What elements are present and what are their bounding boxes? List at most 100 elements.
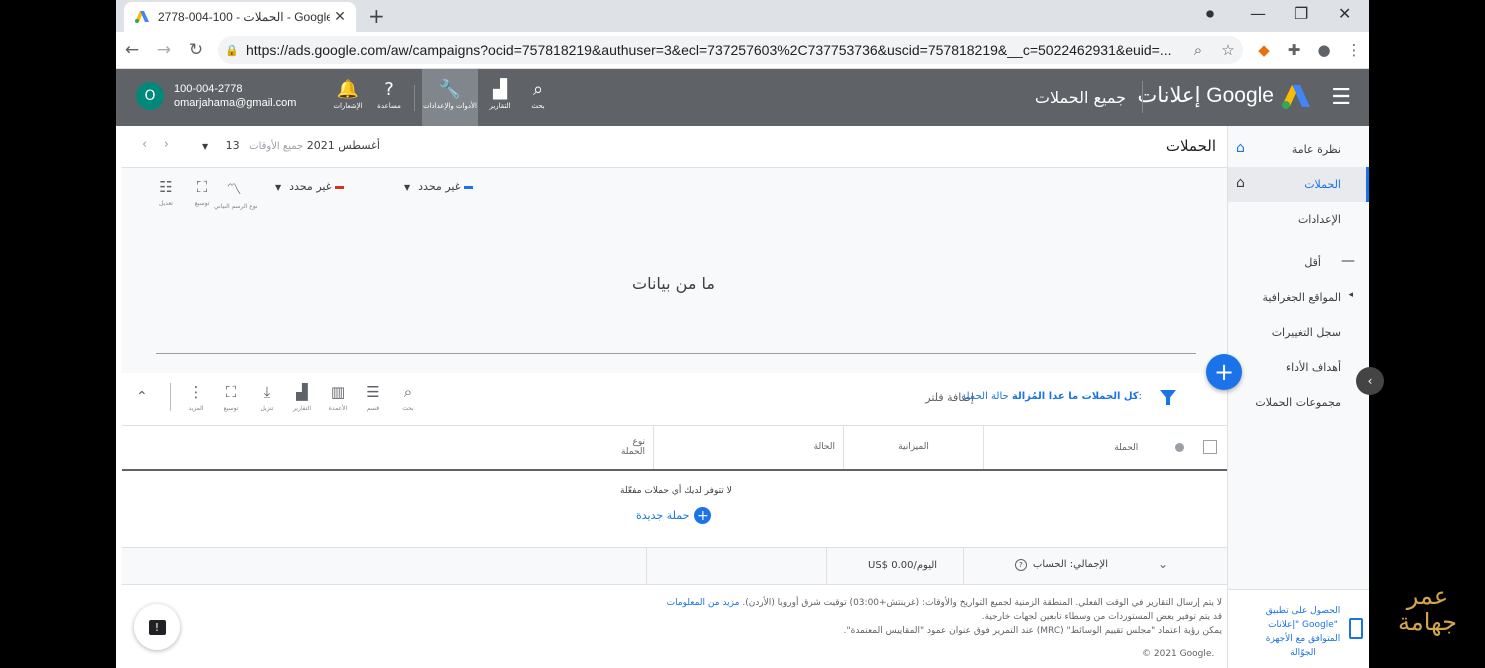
back-icon[interactable]: ← [116, 40, 148, 60]
date-nav-arrows[interactable]: ‹ › [142, 137, 169, 152]
col-budget[interactable]: الميزانية [843, 425, 984, 471]
chart-baseline [156, 353, 1196, 354]
sidebar-item-campaigns[interactable]: ⌂ الحملات [1228, 167, 1369, 202]
campaigns-table: نوع الحملة الحالة الميزانية الحملة [122, 425, 1228, 471]
columns-button[interactable]: ▥ الأعمدة [320, 383, 356, 412]
extension-icon[interactable]: ◆ [1249, 41, 1279, 59]
new-campaign-link[interactable]: حملة جديدة + [636, 507, 712, 524]
empty-message: لا تتوفر لديك أي حملات مفعّلة [620, 486, 732, 496]
collapse-chevron-icon[interactable]: ⌃ [136, 389, 148, 405]
mobile-app-promo[interactable]: الحصول على تطبيق "إعلانات Google" المتوا… [1228, 589, 1369, 668]
sidebar-item-performance-goals[interactable]: أهداف الأداء [1228, 350, 1369, 385]
new-tab-button[interactable]: + [368, 4, 385, 28]
new-campaign-label: حملة جديدة [636, 509, 690, 522]
browser-menu-icon[interactable]: ⋮ [1339, 41, 1369, 59]
zoom-icon[interactable]: ⌕ [1183, 41, 1213, 59]
select-all-checkbox[interactable] [1203, 440, 1217, 454]
add-campaign-fab[interactable]: + [1206, 354, 1242, 390]
restore-button[interactable]: ❐ [1294, 4, 1308, 23]
forward-icon[interactable]: → [148, 40, 180, 60]
browser-tab[interactable]: الحملات - 100-004-2778 - Google ✕ [124, 2, 356, 32]
profile-avatar-icon[interactable]: ● [1309, 41, 1339, 59]
reload-icon[interactable]: ↻ [180, 40, 212, 60]
tab-strip: الحملات - 100-004-2778 - Google ✕ + ⏺ — … [116, 0, 1369, 32]
table-search-button[interactable]: ⌕ بحث [390, 383, 426, 412]
chart-adjust-label: تعديل [159, 200, 173, 207]
metric-selector-2[interactable]: ▼ غير محدد [275, 180, 345, 193]
sidebar-item-label: المواقع الجغرافية [1262, 291, 1341, 304]
tab-title: الحملات - 100-004-2778 - Google [158, 10, 330, 24]
columns-label: الأعمدة [328, 405, 348, 412]
avatar[interactable]: O [136, 82, 164, 110]
copyright: © 2021 Google. [1142, 649, 1215, 659]
bookmark-star-icon[interactable]: ☆ [1213, 41, 1243, 59]
sidebar-toggle-handle[interactable]: ‹ [1356, 367, 1384, 395]
reports-button[interactable]: ▟ التقارير [472, 69, 528, 126]
date-range-picker[interactable]: ▼ 13 أغسطس 2021 جميع الأوقات [202, 139, 380, 152]
download-button[interactable]: ⤓ تنزيل [249, 383, 285, 412]
account-id: 100-004-2778 [174, 83, 243, 95]
download-label: تنزيل [260, 405, 274, 412]
chart-expand-button[interactable]: ⛶ توسيع [182, 178, 222, 207]
tools-settings-button[interactable]: 🔧 الأدوات والإعدادات [422, 69, 478, 126]
tab-close-icon[interactable]: ✕ [330, 9, 350, 25]
sidebar-item-label: الحملات [1304, 178, 1341, 191]
toolbar-separator [170, 383, 171, 411]
more-button[interactable]: ⋮ المزيد [178, 383, 214, 412]
lock-icon[interactable]: 🔒 [218, 44, 246, 57]
status-filter-chip[interactable]: كل الحملات ما عدا المُزالة حالة الحملة: [961, 391, 1142, 402]
mobile-app-text[interactable]: الحصول على تطبيق "إعلانات Google" المتوا… [1259, 604, 1347, 660]
sidebar-item-locations[interactable]: المواقع الجغرافية ◂ [1228, 280, 1369, 315]
phone-icon [1349, 618, 1363, 639]
close-window-button[interactable]: ✕ [1338, 4, 1351, 23]
help-circle-icon[interactable]: ? [1014, 559, 1027, 571]
col-campaign-type[interactable]: نوع الحملة [122, 425, 654, 471]
chart-adjust-button[interactable]: ☷ تعديل [146, 178, 186, 207]
total-row: US$ 0.00/اليوم ? الإجمالي: الحساب ⌄ [122, 547, 1228, 585]
table-expand-button[interactable]: ⛶ توسيع [213, 383, 249, 412]
account-switcher[interactable]: O 100-004-2778 omarjahama@gmail.com [136, 82, 296, 110]
wrench-icon: 🔧 [438, 79, 462, 100]
account-email: omarjahama@gmail.com [174, 97, 297, 109]
col-status[interactable]: الحالة [653, 425, 844, 471]
minimize-button[interactable]: — [1250, 4, 1266, 23]
metric-selector-1[interactable]: ▼ غير محدد [404, 180, 474, 193]
chevron-down-icon[interactable]: ⌄ [1158, 557, 1168, 571]
sidebar-item-change-history[interactable]: سجل التغييرات [1228, 315, 1369, 350]
feedback-icon: ! [148, 619, 166, 635]
bell-icon: 🔔 [336, 79, 360, 100]
chevron-down-icon: ▼ [275, 183, 282, 192]
sidebar-item-settings[interactable]: الإعدادات [1228, 202, 1369, 237]
table-reports-label: التقارير [292, 405, 312, 412]
metric-1-label: غير محدد [418, 180, 461, 193]
page-bar: الحملات ‹ › ▼ 13 أغسطس 2021 جميع الأوقات [122, 126, 1228, 168]
col-campaign[interactable]: الحملة [983, 425, 1228, 471]
table-reports-button[interactable]: ▟ التقارير [284, 383, 320, 412]
add-filter-button[interactable]: إضافة فلتر [925, 391, 974, 404]
filter-bar: كل الحملات ما عدا المُزالة حالة الحملة: … [122, 373, 1228, 426]
sidebar-item-label: سجل التغييرات [1271, 326, 1341, 339]
learn-more-link[interactable]: مزيد من المعلومات [667, 598, 740, 608]
url-text[interactable]: https://ads.google.com/aw/campaigns?ocid… [246, 42, 1183, 58]
segment-button[interactable]: ☰ قسم [355, 383, 391, 412]
home-icon: ⌂ [1236, 140, 1245, 156]
sidebar-item-label: أهداف الأداء [1285, 361, 1341, 374]
sidebar-item-less[interactable]: أقل — [1228, 245, 1369, 280]
sidebar-item-campaign-groups[interactable]: مجموعات الحملات [1228, 385, 1369, 420]
address-bar[interactable]: 🔒 https://ads.google.com/aw/campaigns?oc… [218, 36, 1243, 64]
feedback-button[interactable]: ! [134, 604, 180, 650]
record-indicator-icon: ⏺ [1206, 4, 1215, 23]
total-cell-status [646, 548, 827, 584]
notifications-button[interactable]: 🔔 الإشعارات [320, 69, 376, 126]
download-icon: ⤓ [263, 383, 271, 401]
search-icon: ⌕ [403, 383, 413, 401]
hamburger-menu-icon[interactable]: ☰ [1331, 85, 1351, 110]
header-divider [1142, 81, 1143, 113]
date-label: جميع الأوقات [249, 141, 304, 152]
table-header-row: نوع الحملة الحالة الميزانية الحملة [122, 425, 1228, 471]
filter-icon[interactable] [1160, 390, 1176, 405]
watermark-line-2: جهامة [1398, 608, 1457, 636]
sidebar-item-overview[interactable]: ⌂ نظرة عامة [1228, 132, 1369, 167]
puzzle-extensions-icon[interactable]: ✚ [1279, 41, 1309, 59]
total-label: ? الإجمالي: الحساب [1014, 559, 1108, 571]
